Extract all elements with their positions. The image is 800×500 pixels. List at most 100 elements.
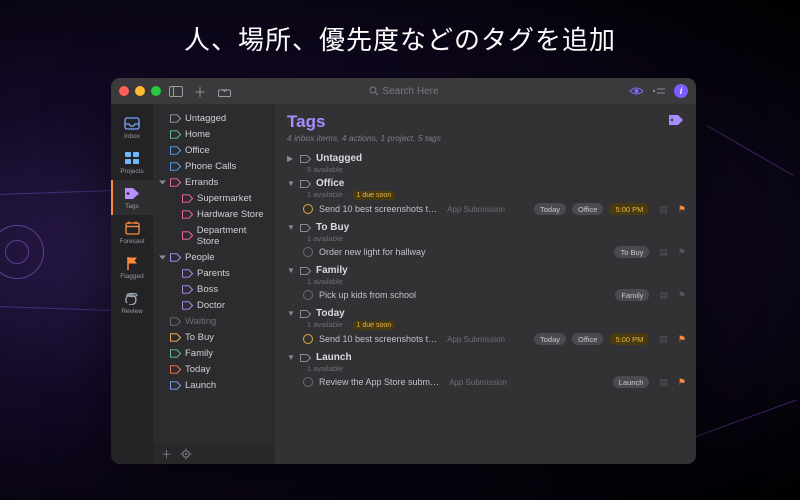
tag-icon — [170, 253, 181, 262]
sidebar-tag-to-buy[interactable]: To Buy — [157, 329, 271, 345]
group-name: Family — [316, 265, 348, 276]
review-icon — [124, 290, 140, 306]
rail-inbox[interactable]: Inbox — [111, 110, 153, 145]
tag-icon — [170, 365, 181, 374]
tag-chip[interactable]: Office — [572, 333, 603, 345]
tag-icon — [182, 301, 193, 310]
sidebar-label: Waiting — [185, 316, 216, 327]
sidebar-tag-untagged[interactable]: Untagged — [157, 110, 271, 126]
main-content: Tags 4 inbox items, 4 actions, 1 project… — [275, 104, 696, 464]
tag-chip[interactable]: Today — [534, 333, 566, 345]
rail-label: Flagged — [120, 273, 144, 280]
add-tag-button[interactable]: ＋ — [161, 446, 172, 462]
group-name: Office — [316, 178, 344, 189]
group-header-launch[interactable]: ▼Launch — [281, 350, 692, 365]
sidebar-tag-waiting[interactable]: Waiting — [157, 313, 271, 329]
sidebar-label: Today — [185, 364, 210, 375]
status-circle[interactable] — [303, 290, 313, 300]
sidebar-settings-icon[interactable] — [180, 448, 192, 460]
note-icon: ▤ — [659, 247, 668, 258]
disclosure-icon: ▼ — [287, 309, 295, 318]
status-circle[interactable] — [303, 377, 313, 387]
sidebar-tag-boss[interactable]: Boss — [157, 281, 271, 297]
sidebar-tag-phone-calls[interactable]: Phone Calls — [157, 158, 271, 174]
tag-chip[interactable]: Family — [615, 289, 649, 301]
sidebar-toggle-icon[interactable] — [167, 82, 185, 100]
rail-label: Review — [121, 308, 142, 315]
task-project: App Submission — [449, 378, 507, 387]
tag-chip[interactable]: Launch — [613, 376, 650, 388]
note-icon: ▤ — [659, 377, 668, 388]
note-icon: ▤ — [659, 290, 668, 301]
group-header-to-buy[interactable]: ▼ To Buy — [281, 220, 692, 235]
sidebar-tag-department-store[interactable]: Department Store — [157, 222, 271, 249]
task-row[interactable]: Pick up kids from school Family ▤ ⚑ — [281, 286, 692, 304]
tag-icon — [170, 178, 181, 187]
marketing-headline: 人、場所、優先度などのタグを追加 — [0, 20, 800, 57]
inspector-icon[interactable]: i — [674, 84, 688, 98]
status-circle[interactable] — [303, 204, 313, 214]
group-name: To Buy — [316, 222, 349, 233]
task-title: Pick up kids from school — [319, 290, 416, 300]
sidebar-tag-home[interactable]: Home — [157, 126, 271, 142]
quick-entry-icon[interactable] — [215, 82, 233, 100]
note-icon: ▤ — [659, 204, 668, 215]
add-button[interactable]: ＋ — [191, 82, 209, 100]
tag-chip[interactable]: Today — [534, 203, 566, 215]
task-row[interactable]: Order new light for hallway To Buy ▤ ⚑ — [281, 243, 692, 261]
group-header-office[interactable]: ▼ Office — [281, 176, 692, 191]
sidebar-tag-hardware-store[interactable]: Hardware Store — [157, 206, 271, 222]
status-circle[interactable] — [303, 247, 313, 257]
group-header-untagged[interactable]: ▶Untagged — [281, 151, 692, 166]
rail-projects[interactable]: Projects — [111, 145, 153, 180]
disclosure-icon: ▼ — [287, 179, 295, 188]
flag-icon[interactable]: ⚑ — [678, 204, 686, 215]
sidebar-tag-errands[interactable]: Errands — [157, 174, 271, 190]
sidebar-tag-people[interactable]: People — [157, 249, 271, 265]
sidebar-tag-supermarket[interactable]: Supermarket — [157, 190, 271, 206]
minimize-button[interactable] — [135, 86, 145, 96]
tags-icon — [124, 185, 140, 201]
tag-icon — [170, 114, 181, 123]
task-row[interactable]: Send 10 best screenshots t…App Submissio… — [281, 330, 692, 348]
tag-chip[interactable]: To Buy — [614, 246, 649, 258]
flag-icon[interactable]: ⚑ — [678, 377, 686, 388]
perspective-rail: Inbox Projects TagsForecast Flagged Review — [111, 104, 153, 464]
flag-icon[interactable]: ⚑ — [678, 334, 686, 345]
rail-tags[interactable]: Tags — [111, 180, 153, 215]
sidebar-label: Office — [185, 145, 210, 156]
sidebar-tag-doctor[interactable]: Doctor — [157, 297, 271, 313]
group-subtitle: 5 available — [281, 165, 692, 174]
tag-icon — [300, 267, 311, 275]
group-header-today[interactable]: ▼ Today — [281, 306, 692, 321]
flag-icon[interactable]: ⚑ — [678, 247, 686, 258]
tag-chip[interactable]: Office — [572, 203, 603, 215]
close-button[interactable] — [119, 86, 129, 96]
sidebar-tag-family[interactable]: Family — [157, 345, 271, 361]
status-circle[interactable] — [303, 334, 313, 344]
sidebar: UntaggedHome Office Phone CallsErrandsSupe… — [153, 104, 275, 464]
rail-review[interactable]: Review — [111, 285, 153, 320]
flag-icon[interactable]: ⚑ — [678, 290, 686, 301]
search-field[interactable]: Search Here — [368, 86, 438, 97]
tag-icon — [170, 146, 181, 155]
task-row[interactable]: Review the App Store subm…App Submission… — [281, 373, 692, 391]
sidebar-tag-office[interactable]: Office — [157, 142, 271, 158]
group-name: Today — [316, 308, 345, 319]
focus-icon[interactable] — [629, 86, 644, 96]
disclosure-icon: ▼ — [287, 223, 295, 232]
rail-forecast[interactable]: Forecast — [111, 215, 153, 250]
sidebar-tag-parents[interactable]: Parents — [157, 265, 271, 281]
rail-label: Projects — [120, 168, 143, 175]
group-subtitle: 1 available — [281, 364, 692, 373]
maximize-button[interactable] — [151, 86, 161, 96]
sidebar-tag-launch[interactable]: Launch — [157, 377, 271, 393]
sidebar-label: Family — [185, 348, 213, 359]
view-options-icon[interactable] — [652, 86, 666, 96]
task-row[interactable]: Send 10 best screenshots t…App Submissio… — [281, 200, 692, 218]
sidebar-tag-today[interactable]: Today — [157, 361, 271, 377]
task-title: Order new light for hallway — [319, 247, 426, 257]
group-name: Launch — [316, 352, 352, 363]
group-header-family[interactable]: ▼Family — [281, 263, 692, 278]
rail-flagged[interactable]: Flagged — [111, 250, 153, 285]
